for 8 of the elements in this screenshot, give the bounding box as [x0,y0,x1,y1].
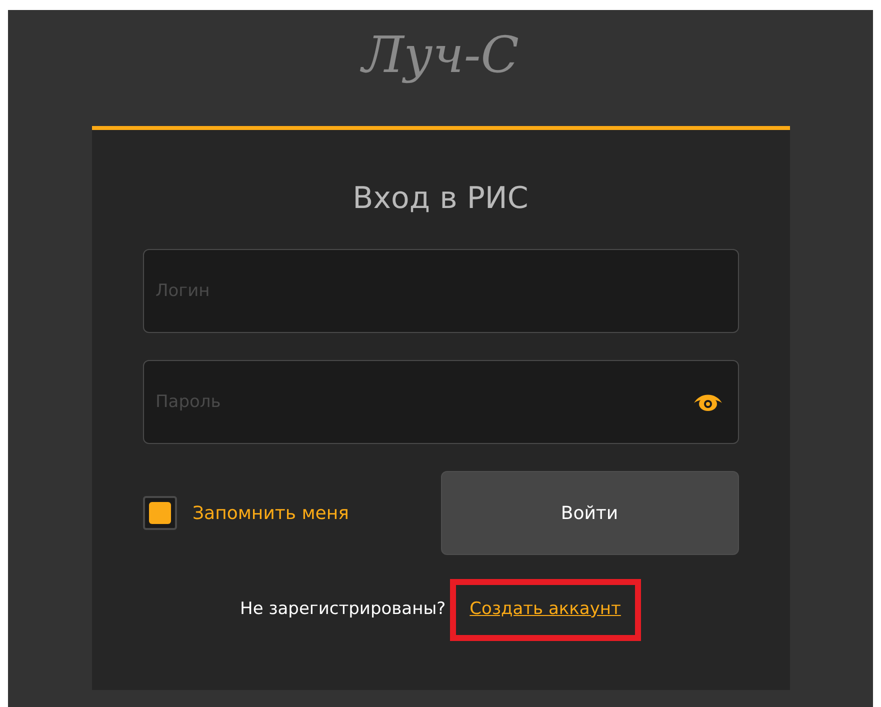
form-title: Вход в РИС [352,182,530,215]
remember-checkbox[interactable] [142,496,176,530]
signup-prompt: Не зарегистрированы? [240,598,446,621]
login-button[interactable]: Войти [440,471,738,555]
remember-label[interactable]: Запомнить меня [192,500,349,526]
logo: Луч-С [362,30,519,86]
create-account-link[interactable]: Создать аккаунт [450,579,641,640]
eye-icon[interactable] [692,392,722,412]
